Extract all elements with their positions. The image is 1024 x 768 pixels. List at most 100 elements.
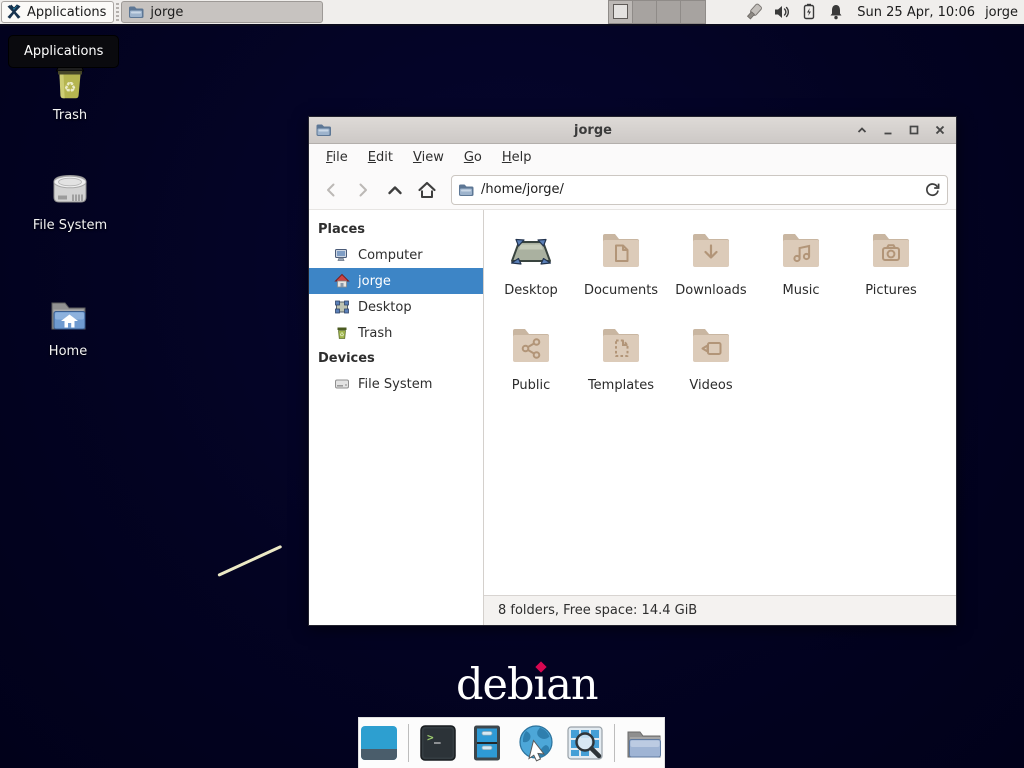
file-item-public[interactable]: Public [486, 322, 576, 394]
desktop-icon-label: File System [22, 218, 118, 233]
statusbar-text: 8 folders, Free space: 14.4 GiB [498, 603, 697, 618]
close-button[interactable] [932, 122, 948, 138]
sidebar-item-label: jorge [358, 274, 391, 289]
workspace-switcher [608, 0, 706, 24]
sidebar-item-jorge[interactable]: jorge [309, 268, 483, 294]
file-icon-view[interactable]: Desktop Documents [484, 210, 956, 595]
desktop-scribble-line [217, 545, 282, 577]
web-browser-icon[interactable] [516, 723, 556, 763]
workspace-window-thumb [613, 4, 628, 19]
sidebar-item-file-system[interactable]: File System [309, 371, 483, 397]
dock-separator [408, 724, 409, 762]
desktop-icon-filesystem[interactable]: File System [22, 166, 118, 233]
workspace-2[interactable] [633, 1, 657, 23]
sidebar-item-label: Trash [358, 326, 392, 341]
places-header: Places [309, 217, 483, 242]
home-button[interactable] [413, 176, 441, 204]
sidebar-item-trash[interactable]: ♻ Trash [309, 320, 483, 346]
logo-text: an [546, 660, 597, 710]
file-item-music[interactable]: Music [756, 227, 846, 299]
applications-tooltip: Applications [8, 35, 119, 68]
panel-grip[interactable] [116, 3, 119, 21]
panel-user-label[interactable]: jorge [985, 5, 1018, 20]
titlebar[interactable]: jorge [309, 117, 956, 144]
statusbar: 8 folders, Free space: 14.4 GiB [484, 595, 956, 625]
minimize-button[interactable] [880, 122, 896, 138]
trash-small-icon: ♻ [334, 325, 350, 341]
file-label: Templates [588, 378, 654, 393]
file-item-desktop[interactable]: Desktop [486, 227, 576, 299]
file-manager-icon[interactable] [467, 723, 507, 763]
menu-view[interactable]: View [404, 147, 453, 168]
public-folder-icon [507, 322, 555, 370]
file-item-documents[interactable]: Documents [576, 227, 666, 299]
music-folder-icon [777, 227, 825, 275]
desktop-icon-label: Trash [22, 108, 118, 123]
debian-logo: debıan [456, 660, 598, 710]
shade-button[interactable] [854, 122, 870, 138]
file-label: Videos [689, 378, 732, 393]
window-title: jorge [332, 123, 854, 138]
desktop-icon-home[interactable]: Home [20, 292, 116, 359]
file-label: Public [512, 378, 550, 393]
sidebar-item-computer[interactable]: Computer [309, 242, 483, 268]
desktop-icon-label: Home [20, 344, 116, 359]
file-label: Desktop [504, 283, 558, 298]
file-item-pictures[interactable]: Pictures [846, 227, 936, 299]
maximize-button[interactable] [906, 122, 922, 138]
path-folder-icon [458, 182, 474, 198]
battery-icon[interactable] [800, 3, 818, 21]
forward-button[interactable] [349, 176, 377, 204]
volume-icon[interactable] [773, 3, 791, 21]
file-item-videos[interactable]: Videos [666, 322, 756, 394]
clock[interactable]: Sun 25 Apr, 10:06 [857, 5, 975, 20]
top-panel: Applications jorge [0, 0, 1024, 26]
window-folder-icon [315, 122, 332, 138]
directory-menu-icon[interactable] [624, 723, 664, 763]
sidebar-item-desktop[interactable]: Desktop [309, 294, 483, 320]
menu-file[interactable]: File [317, 147, 357, 168]
dock-separator [614, 724, 615, 762]
menubar: File Edit View Go Help [309, 144, 956, 170]
toolbar: /home/jorge/ [309, 170, 956, 210]
tooltip-text: Applications [24, 44, 103, 59]
terminal-icon[interactable]: > _ [418, 723, 458, 763]
workspace-4[interactable] [681, 1, 705, 23]
svg-text:_: _ [434, 731, 441, 744]
devices-header: Devices [309, 346, 483, 371]
workspace-3[interactable] [657, 1, 681, 23]
system-tray [744, 2, 845, 22]
sidebar-item-label: Desktop [358, 300, 412, 315]
file-item-templates[interactable]: Templates [576, 322, 666, 394]
templates-folder-icon [597, 322, 645, 370]
reload-icon[interactable] [924, 181, 941, 198]
applications-button[interactable]: Applications [1, 1, 114, 23]
app-finder-icon[interactable] [565, 723, 605, 763]
drive-icon [334, 376, 350, 392]
home-icon [334, 273, 350, 289]
show-desktop-icon[interactable] [359, 723, 399, 763]
menu-help[interactable]: Help [493, 147, 541, 168]
back-button[interactable] [317, 176, 345, 204]
svg-text:♻: ♻ [64, 80, 77, 96]
file-item-downloads[interactable]: Downloads [666, 227, 756, 299]
folder-icon [128, 4, 144, 20]
xfce-logo-icon [6, 4, 22, 20]
path-text[interactable]: /home/jorge/ [481, 182, 917, 197]
sidebar-item-label: File System [358, 377, 432, 392]
location-bar[interactable]: /home/jorge/ [451, 175, 948, 205]
workspace-1[interactable] [609, 1, 633, 23]
notification-bell-icon[interactable] [827, 3, 845, 21]
documents-folder-icon [597, 227, 645, 275]
desktop-icon [334, 299, 350, 315]
videos-folder-icon [687, 322, 735, 370]
taskbar-window-label: jorge [150, 5, 183, 20]
up-button[interactable] [381, 176, 409, 204]
taskbar-window-button[interactable]: jorge [121, 1, 323, 23]
menu-go[interactable]: Go [455, 147, 491, 168]
removable-device-icon[interactable] [744, 2, 764, 22]
file-label: Documents [584, 283, 658, 298]
hard-drive-icon [46, 166, 94, 214]
sidebar-item-label: Computer [358, 248, 423, 263]
menu-edit[interactable]: Edit [359, 147, 402, 168]
